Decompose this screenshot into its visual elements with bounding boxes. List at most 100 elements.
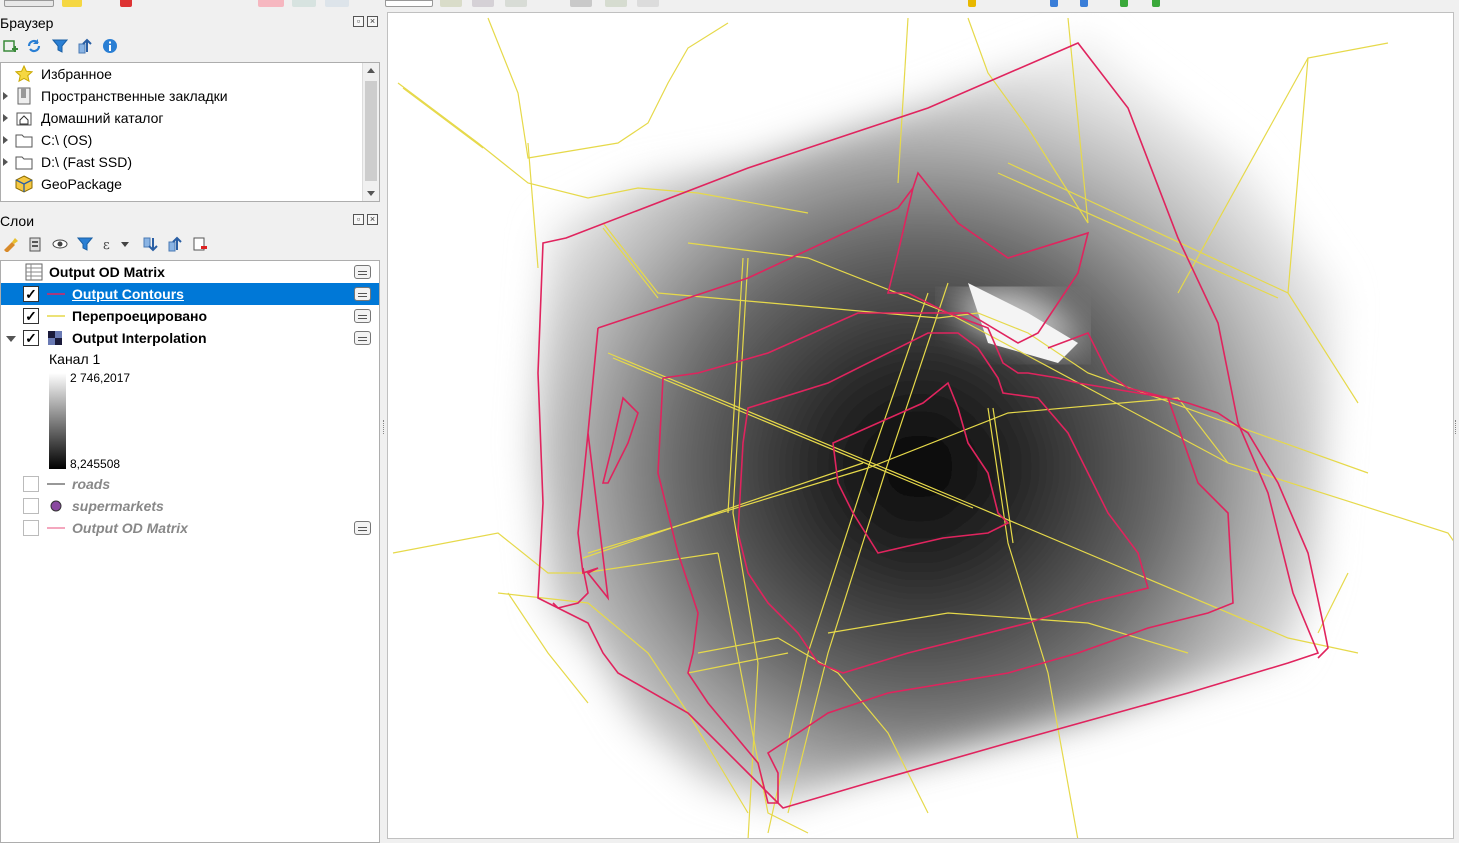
toolbar-button[interactable] xyxy=(1120,0,1128,7)
scroll-up-icon[interactable] xyxy=(367,68,375,73)
toolbar-button[interactable] xyxy=(120,0,132,7)
expand-arrow-icon[interactable] xyxy=(3,136,8,144)
line-symbol-icon xyxy=(47,293,65,295)
toolbar-button[interactable] xyxy=(605,0,627,7)
browser-item-drive-d[interactable]: D:\ (Fast SSD) xyxy=(1,151,363,173)
browser-item-label: Избранное xyxy=(41,66,112,82)
raster-icon xyxy=(48,331,62,345)
refresh-icon[interactable] xyxy=(25,37,43,55)
home-folder-icon xyxy=(16,112,32,126)
filter-icon[interactable] xyxy=(51,37,69,55)
layer-name: Output OD Matrix xyxy=(72,520,188,536)
float-panel-icon[interactable]: ▫ xyxy=(353,16,364,27)
add-group-icon[interactable] xyxy=(26,235,44,253)
float-panel-icon[interactable]: ▫ xyxy=(353,214,364,225)
map-canvas[interactable] xyxy=(387,12,1454,839)
filter-legend-icon[interactable] xyxy=(76,235,94,253)
raster-band-label: Канал 1 xyxy=(49,351,101,367)
browser-scrollbar[interactable] xyxy=(362,63,379,201)
toolbar-button[interactable] xyxy=(472,0,494,7)
layer-embedded-icon[interactable] xyxy=(354,309,371,323)
layer-row[interactable]: ✓ Output Interpolation xyxy=(1,327,379,349)
layers-tree[interactable]: Output OD Matrix ✓ Output Contours ✓ Пер… xyxy=(0,260,380,843)
browser-item-label: C:\ (OS) xyxy=(41,132,93,148)
layer-name: Output Contours xyxy=(72,286,184,302)
toolbar-button[interactable] xyxy=(62,0,82,7)
toolbar-button[interactable] xyxy=(325,0,349,7)
collapse-arrow-icon[interactable] xyxy=(6,336,16,342)
toolbar-button[interactable] xyxy=(505,0,527,7)
layer-row[interactable]: ✓ Перепроецировано xyxy=(1,305,379,327)
splitter-grip[interactable] xyxy=(383,420,385,434)
expand-arrow-icon[interactable] xyxy=(3,92,8,100)
close-panel-icon[interactable]: × xyxy=(367,16,378,27)
layer-row[interactable]: supermarkets xyxy=(1,495,379,517)
browser-item-label: D:\ (Fast SSD) xyxy=(41,154,133,170)
layer-checkbox[interactable] xyxy=(23,476,39,492)
layer-embedded-icon[interactable] xyxy=(354,265,371,279)
layer-checkbox[interactable] xyxy=(23,498,39,514)
browser-panel-title: Браузер xyxy=(0,15,54,31)
line-symbol-icon xyxy=(47,315,65,317)
toolbar-button[interactable] xyxy=(292,0,316,7)
toolbar-button[interactable] xyxy=(637,0,659,7)
browser-item-favorites[interactable]: Избранное xyxy=(1,63,363,85)
add-layer-icon[interactable] xyxy=(1,37,19,55)
raster-min-value: 8,245508 xyxy=(70,457,121,471)
expand-arrow-icon[interactable] xyxy=(3,158,8,166)
raster-max-value: 2 746,2017 xyxy=(70,371,131,385)
browser-item-label: GeoPackage xyxy=(41,176,122,192)
line-symbol-icon xyxy=(47,483,65,485)
scroll-thumb[interactable] xyxy=(365,81,377,181)
layer-embedded-icon[interactable] xyxy=(354,331,371,345)
scroll-down-icon[interactable] xyxy=(367,191,375,196)
expression-filter-icon[interactable]: ε xyxy=(101,235,131,253)
browser-item-bookmarks[interactable]: Пространственные закладки xyxy=(1,85,363,107)
line-symbol-icon xyxy=(47,527,65,529)
layer-checkbox[interactable]: ✓ xyxy=(23,286,39,302)
toolbar-button[interactable] xyxy=(4,0,54,7)
toolbar-button[interactable] xyxy=(440,0,462,7)
layer-row-selected[interactable]: ✓ Output Contours xyxy=(1,283,379,305)
close-panel-icon[interactable]: × xyxy=(367,214,378,225)
layers-panel-title: Слои xyxy=(0,213,35,229)
style-icon[interactable] xyxy=(1,235,19,253)
browser-item-geopackage[interactable]: GeoPackage xyxy=(1,173,363,195)
toolbar-button[interactable] xyxy=(1152,0,1160,7)
bookmark-icon xyxy=(17,87,31,105)
toolbar-button[interactable] xyxy=(258,0,284,7)
layer-row[interactable]: roads xyxy=(1,473,379,495)
browser-item-home[interactable]: Домашний каталог xyxy=(1,107,363,129)
toolbar-button[interactable] xyxy=(570,0,592,7)
splitter-grip[interactable] xyxy=(1455,420,1457,434)
toolbar-button[interactable] xyxy=(1080,0,1088,7)
collapse-all-icon[interactable] xyxy=(76,37,94,55)
browser-tree[interactable]: Избранное Пространственные закладки Дома… xyxy=(0,62,380,202)
layer-embedded-icon[interactable] xyxy=(354,521,371,535)
layer-name: Output Interpolation xyxy=(72,330,207,346)
toolbar-button[interactable] xyxy=(968,0,976,7)
remove-layer-icon[interactable] xyxy=(191,235,209,253)
layer-name: supermarkets xyxy=(72,498,164,514)
layer-name: roads xyxy=(72,476,111,492)
map-drawing[interactable] xyxy=(388,13,1454,839)
collapse-all-icon[interactable] xyxy=(166,235,184,253)
layer-checkbox[interactable]: ✓ xyxy=(23,330,39,346)
manage-visibility-icon[interactable] xyxy=(51,235,69,253)
browser-item-drive-c[interactable]: C:\ (OS) xyxy=(1,129,363,151)
toolbar-field[interactable] xyxy=(385,0,433,7)
interpolation-raster xyxy=(533,38,1338,803)
main-toolbar xyxy=(0,0,1459,10)
expand-arrow-icon[interactable] xyxy=(3,114,8,122)
point-symbol-icon xyxy=(50,500,62,512)
layer-embedded-icon[interactable] xyxy=(354,287,371,301)
expand-all-icon[interactable] xyxy=(141,235,159,253)
layer-checkbox[interactable] xyxy=(23,520,39,536)
layer-row[interactable]: Output OD Matrix xyxy=(1,261,379,283)
layer-name: Перепроецировано xyxy=(72,308,208,324)
toolbar-button[interactable] xyxy=(1050,0,1058,7)
layer-row[interactable]: Output OD Matrix xyxy=(1,517,379,539)
folder-icon xyxy=(15,134,33,148)
layer-checkbox[interactable]: ✓ xyxy=(23,308,39,324)
info-icon[interactable] xyxy=(101,37,119,55)
